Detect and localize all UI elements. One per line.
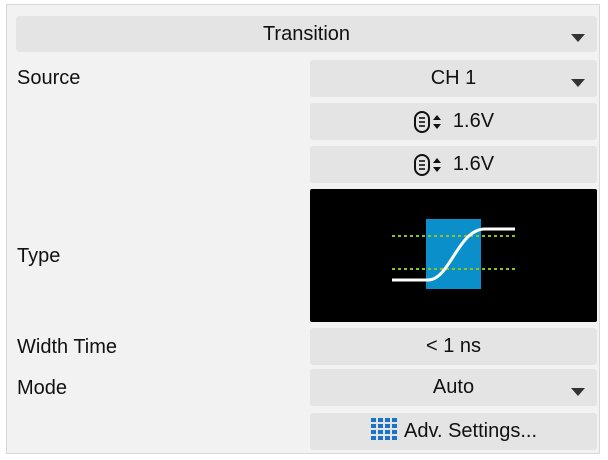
lower-level-control[interactable]: 1.6V — [310, 146, 597, 183]
source-value: CH 1 — [430, 67, 477, 89]
mode-label: Mode — [17, 377, 68, 399]
level-knob-icon — [413, 110, 447, 134]
trigger-type-value: Transition — [262, 22, 351, 45]
trigger-settings-panel: Transition Source CH 1 1.6V 1.6V Type Wi… — [6, 4, 600, 454]
transition-rising-icon — [392, 219, 515, 289]
chevron-down-icon — [571, 78, 585, 87]
transition-type-selector[interactable] — [310, 189, 597, 322]
adv-settings-button[interactable]: Adv. Settings... — [310, 413, 597, 450]
width-time-value: < 1 ns — [425, 335, 482, 357]
mode-value: Auto — [432, 376, 475, 398]
type-label: Type — [17, 245, 61, 267]
upper-level-control[interactable]: 1.6V — [310, 103, 597, 140]
upper-level-value: 1.6V — [452, 110, 495, 132]
level-knob-icon — [413, 153, 447, 177]
chevron-down-icon — [571, 34, 585, 42]
lower-level-value: 1.6V — [452, 153, 495, 175]
source-label: Source — [17, 67, 81, 89]
chevron-down-icon — [571, 387, 585, 396]
width-time-label: Width Time — [17, 336, 118, 358]
width-time-control[interactable]: < 1 ns — [310, 328, 597, 365]
trigger-type-dropdown[interactable]: Transition — [16, 16, 597, 52]
source-dropdown[interactable]: CH 1 — [310, 60, 597, 97]
grid-icon — [370, 417, 398, 447]
adv-settings-label: Adv. Settings... — [403, 420, 538, 442]
mode-dropdown[interactable]: Auto — [310, 369, 597, 406]
